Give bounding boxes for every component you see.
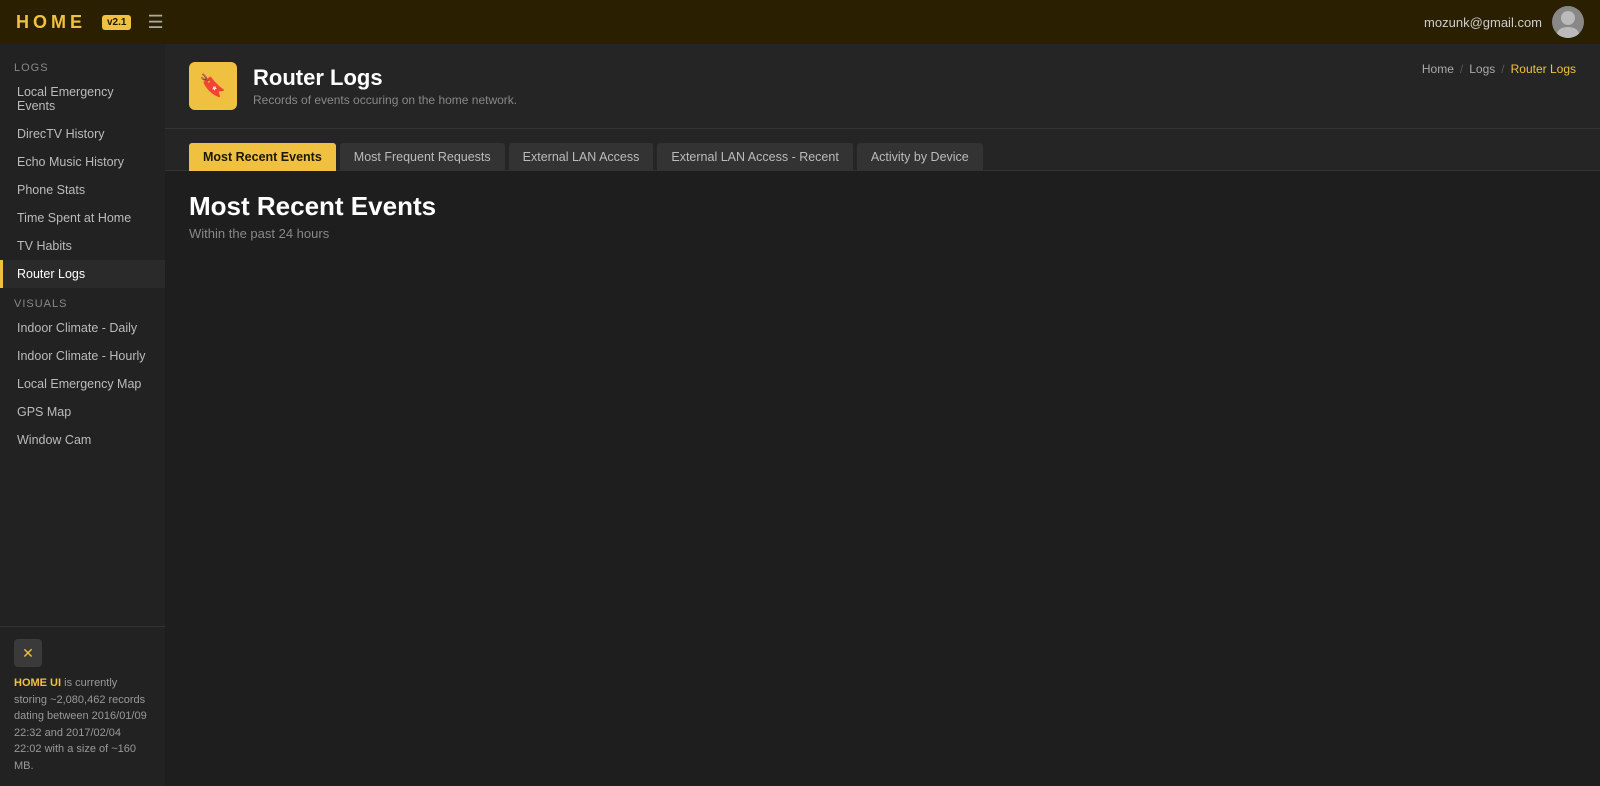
tab-bar: Most Recent EventsMost Frequent Requests… bbox=[165, 129, 1600, 171]
version-badge: v2.1 bbox=[102, 15, 131, 30]
avatar bbox=[1552, 6, 1584, 38]
tab-external-lan-access-recent[interactable]: External LAN Access - Recent bbox=[657, 143, 852, 171]
home-icon: ✕ bbox=[14, 639, 42, 667]
main-layout: Logs Local Emergency EventsDirecTV Histo… bbox=[0, 44, 1600, 786]
sidebar-item-directv-history[interactable]: DirecTV History bbox=[0, 120, 165, 148]
breadcrumb-current: Router Logs bbox=[1511, 62, 1576, 76]
sidebar-item-window-cam[interactable]: Window Cam bbox=[0, 426, 165, 454]
page-header-text: Router Logs Records of events occuring o… bbox=[253, 65, 517, 107]
sidebar-item-local-emergency-map[interactable]: Local Emergency Map bbox=[0, 370, 165, 398]
sidebar-item-echo-music-history[interactable]: Echo Music History bbox=[0, 148, 165, 176]
breadcrumb-home[interactable]: Home bbox=[1422, 62, 1454, 76]
sidebar-visuals-items: Indoor Climate - DailyIndoor Climate - H… bbox=[0, 314, 165, 454]
breadcrumb-sep2: / bbox=[1501, 62, 1504, 76]
page-subtitle: Records of events occuring on the home n… bbox=[253, 93, 517, 107]
sidebar-item-indoor-climate-daily[interactable]: Indoor Climate - Daily bbox=[0, 314, 165, 342]
topbar-right: mozunk@gmail.com bbox=[1424, 6, 1584, 38]
logo: HOME bbox=[16, 12, 86, 33]
content-area: 🔖 Router Logs Records of events occuring… bbox=[165, 44, 1600, 786]
sidebar-logs-items: Local Emergency EventsDirecTV HistoryEch… bbox=[0, 78, 165, 288]
page-title: Router Logs bbox=[253, 65, 517, 91]
tab-most-frequent-requests[interactable]: Most Frequent Requests bbox=[340, 143, 505, 171]
sidebar: Logs Local Emergency EventsDirecTV Histo… bbox=[0, 44, 165, 786]
sidebar-item-tv-habits[interactable]: TV Habits bbox=[0, 232, 165, 260]
page-header: 🔖 Router Logs Records of events occuring… bbox=[165, 44, 1600, 129]
sidebar-item-local-emergency-events[interactable]: Local Emergency Events bbox=[0, 78, 165, 120]
breadcrumb: Home / Logs / Router Logs bbox=[1422, 62, 1576, 76]
tab-most-recent-events[interactable]: Most Recent Events bbox=[189, 143, 336, 171]
sidebar-item-gps-map[interactable]: GPS Map bbox=[0, 398, 165, 426]
hamburger-icon[interactable]: ☰ bbox=[147, 12, 163, 33]
breadcrumb-sep1: / bbox=[1460, 62, 1463, 76]
tab-activity-by-device[interactable]: Activity by Device bbox=[857, 143, 983, 171]
sidebar-item-phone-stats[interactable]: Phone Stats bbox=[0, 176, 165, 204]
sidebar-item-indoor-climate-hourly[interactable]: Indoor Climate - Hourly bbox=[0, 342, 165, 370]
page-icon: 🔖 bbox=[189, 62, 237, 110]
visuals-section-label: Visuals bbox=[0, 288, 165, 314]
topbar: HOME v2.1 ☰ mozunk@gmail.com bbox=[0, 0, 1600, 44]
table-title: Most Recent Events bbox=[189, 191, 1576, 222]
breadcrumb-logs[interactable]: Logs bbox=[1469, 62, 1495, 76]
tab-external-lan-access[interactable]: External LAN Access bbox=[509, 143, 654, 171]
sidebar-bottom: ✕ HOME UI is currently storing ~2,080,46… bbox=[0, 626, 165, 786]
user-email: mozunk@gmail.com bbox=[1424, 15, 1542, 30]
topbar-left: HOME v2.1 ☰ bbox=[16, 12, 164, 33]
sidebar-item-time-spent-at-home[interactable]: Time Spent at Home bbox=[0, 204, 165, 232]
table-subtitle: Within the past 24 hours bbox=[189, 226, 1576, 241]
sidebar-storage-info: HOME UI is currently storing ~2,080,462 … bbox=[14, 675, 151, 774]
table-section: Most Recent Events Within the past 24 ho… bbox=[165, 171, 1600, 277]
logs-section-label: Logs bbox=[0, 52, 165, 78]
sidebar-item-router-logs[interactable]: Router Logs bbox=[0, 260, 165, 288]
